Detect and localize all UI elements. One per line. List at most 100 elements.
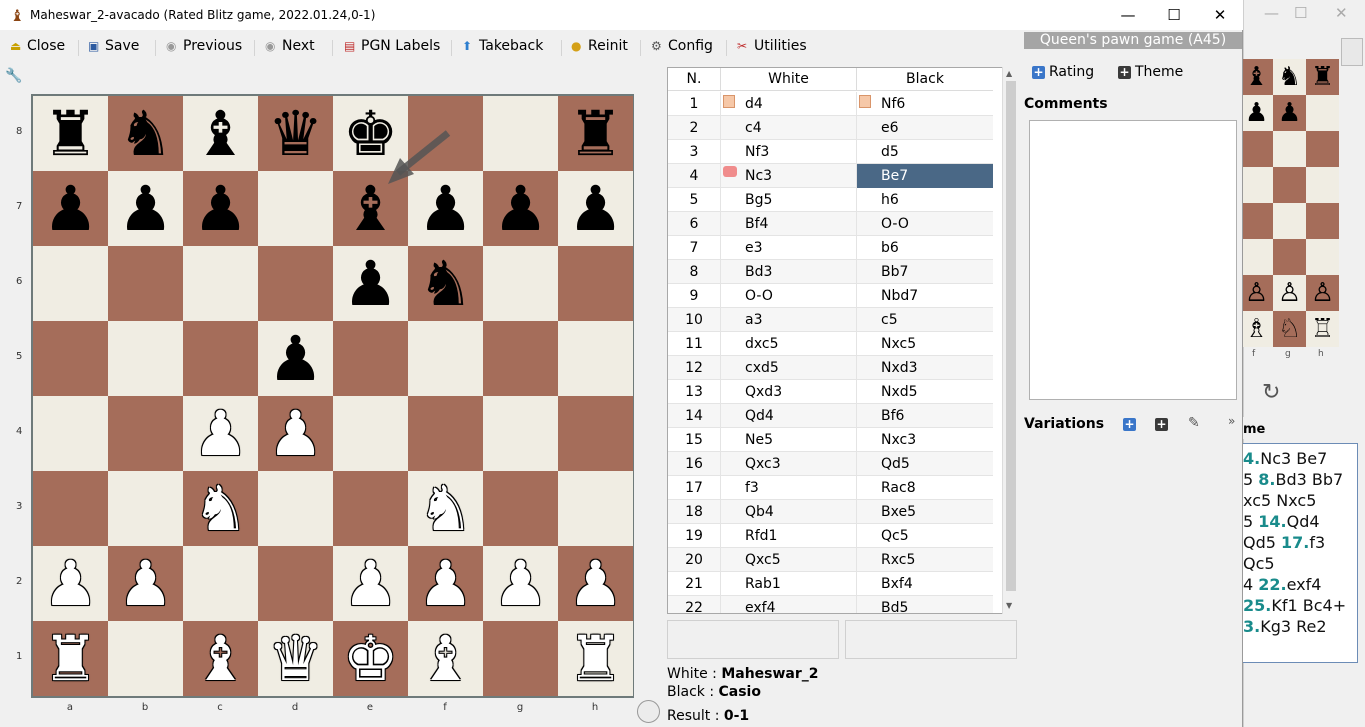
table-row[interactable]: 8 Bd3 Bb7	[668, 260, 993, 284]
table-row[interactable]: 1 d4 Nf6	[668, 92, 993, 116]
white-move[interactable]: Ne5	[720, 428, 856, 452]
black-pawn-icon[interactable]: ♟	[568, 177, 624, 240]
white-pawn-icon[interactable]: ♟	[343, 552, 399, 615]
square-c6[interactable]	[183, 246, 258, 321]
square-d1[interactable]: ♛	[258, 621, 333, 696]
white-pawn-icon[interactable]: ♟	[43, 552, 99, 615]
square-h4[interactable]	[558, 396, 633, 471]
white-bishop-icon[interactable]: ♝	[193, 627, 249, 690]
black-bishop-icon[interactable]: ♝	[193, 102, 249, 165]
square-e1[interactable]: ♚	[333, 621, 408, 696]
black-move[interactable]: b6	[856, 236, 993, 260]
theme-button[interactable]: + Theme	[1118, 64, 1183, 80]
square-f6[interactable]: ♞	[408, 246, 483, 321]
black-move[interactable]: h6	[856, 188, 993, 212]
square-e2[interactable]: ♟	[333, 546, 408, 621]
previous-button[interactable]: ◉ Previous	[166, 38, 242, 54]
square-h5[interactable]	[558, 321, 633, 396]
square-c5[interactable]	[183, 321, 258, 396]
reinit-button[interactable]: ● Reinit	[571, 38, 628, 54]
white-move[interactable]: d4	[720, 92, 856, 116]
square-h7[interactable]: ♟	[558, 171, 633, 246]
square-g2[interactable]: ♟	[483, 546, 558, 621]
side-to-move-indicator[interactable]	[637, 700, 660, 723]
square-a4[interactable]	[33, 396, 108, 471]
square-d3[interactable]	[258, 471, 333, 546]
more-icon[interactable]: »	[1228, 414, 1235, 428]
square-c2[interactable]	[183, 546, 258, 621]
white-rook-icon[interactable]: ♜	[568, 627, 624, 690]
black-move[interactable]: Rxc5	[856, 548, 993, 572]
comments-textarea[interactable]	[1029, 120, 1237, 400]
white-move[interactable]: Bd3	[720, 260, 856, 284]
square-g8[interactable]	[483, 96, 558, 171]
square-c7[interactable]: ♟	[183, 171, 258, 246]
square-g5[interactable]	[483, 321, 558, 396]
white-pawn-icon[interactable]: ♟	[268, 402, 324, 465]
header-white[interactable]: White	[720, 68, 856, 91]
square-g4[interactable]	[483, 396, 558, 471]
next-button[interactable]: ◉ Next	[265, 38, 315, 54]
moves-scrollbar[interactable]: ▲ ▼	[1002, 67, 1018, 614]
square-h3[interactable]	[558, 471, 633, 546]
square-b8[interactable]: ♞	[108, 96, 183, 171]
close-window-button[interactable]: ✕	[1197, 0, 1243, 30]
white-move[interactable]: O-O	[720, 284, 856, 308]
table-row[interactable]: 4 Nc3 Be7	[668, 164, 993, 188]
square-a6[interactable]	[33, 246, 108, 321]
black-move[interactable]: Be7	[856, 164, 993, 188]
black-move[interactable]: Bb7	[856, 260, 993, 284]
black-move[interactable]: Bf6	[856, 404, 993, 428]
table-row[interactable]: 22 exf4 Bd5	[668, 596, 993, 613]
square-a1[interactable]: ♜	[33, 621, 108, 696]
square-h8[interactable]: ♜	[558, 96, 633, 171]
square-a2[interactable]: ♟	[33, 546, 108, 621]
white-move[interactable]: Qd4	[720, 404, 856, 428]
scrollbar-thumb[interactable]	[1006, 81, 1016, 591]
square-a7[interactable]: ♟	[33, 171, 108, 246]
black-rook-icon[interactable]: ♜	[568, 102, 624, 165]
black-move[interactable]: Nxc5	[856, 332, 993, 356]
black-pawn-icon[interactable]: ♟	[118, 177, 174, 240]
square-f3[interactable]: ♞	[408, 471, 483, 546]
black-move[interactable]: O-O	[856, 212, 993, 236]
edit-variation-icon[interactable]: ✎	[1188, 415, 1200, 431]
white-move[interactable]: f3	[720, 476, 856, 500]
white-pawn-icon[interactable]: ♟	[418, 552, 474, 615]
square-h6[interactable]	[558, 246, 633, 321]
table-row[interactable]: 5 Bg5 h6	[668, 188, 993, 212]
save-button[interactable]: ▣ Save	[88, 38, 139, 54]
square-g7[interactable]: ♟	[483, 171, 558, 246]
square-e4[interactable]	[333, 396, 408, 471]
square-e3[interactable]	[333, 471, 408, 546]
header-black[interactable]: Black	[856, 68, 993, 91]
table-row[interactable]: 3 Nf3 d5	[668, 140, 993, 164]
black-move[interactable]: c5	[856, 308, 993, 332]
white-pawn-icon[interactable]: ♟	[118, 552, 174, 615]
black-move[interactable]: Bd5	[856, 596, 993, 613]
black-move[interactable]: Nxc3	[856, 428, 993, 452]
square-c8[interactable]: ♝	[183, 96, 258, 171]
white-move[interactable]: e3	[720, 236, 856, 260]
square-h2[interactable]: ♟	[558, 546, 633, 621]
square-h1[interactable]: ♜	[558, 621, 633, 696]
table-row[interactable]: 20 Qxc5 Rxc5	[668, 548, 993, 572]
square-b6[interactable]	[108, 246, 183, 321]
square-f2[interactable]: ♟	[408, 546, 483, 621]
black-pawn-icon[interactable]: ♟	[343, 252, 399, 315]
white-knight-icon[interactable]: ♞	[193, 477, 249, 540]
black-pawn-icon[interactable]: ♟	[193, 177, 249, 240]
black-move[interactable]: d5	[856, 140, 993, 164]
black-move[interactable]: Qc5	[856, 524, 993, 548]
square-d2[interactable]	[258, 546, 333, 621]
utilities-button[interactable]: ✂ Utilities	[737, 38, 807, 54]
square-b1[interactable]	[108, 621, 183, 696]
black-knight-icon[interactable]: ♞	[418, 252, 474, 315]
black-move[interactable]: Bxe5	[856, 500, 993, 524]
black-move[interactable]: Rac8	[856, 476, 993, 500]
square-c4[interactable]: ♟	[183, 396, 258, 471]
black-pawn-icon[interactable]: ♟	[268, 327, 324, 390]
black-move[interactable]: Nf6	[856, 92, 993, 116]
black-pawn-icon[interactable]: ♟	[493, 177, 549, 240]
black-rook-icon[interactable]: ♜	[43, 102, 99, 165]
